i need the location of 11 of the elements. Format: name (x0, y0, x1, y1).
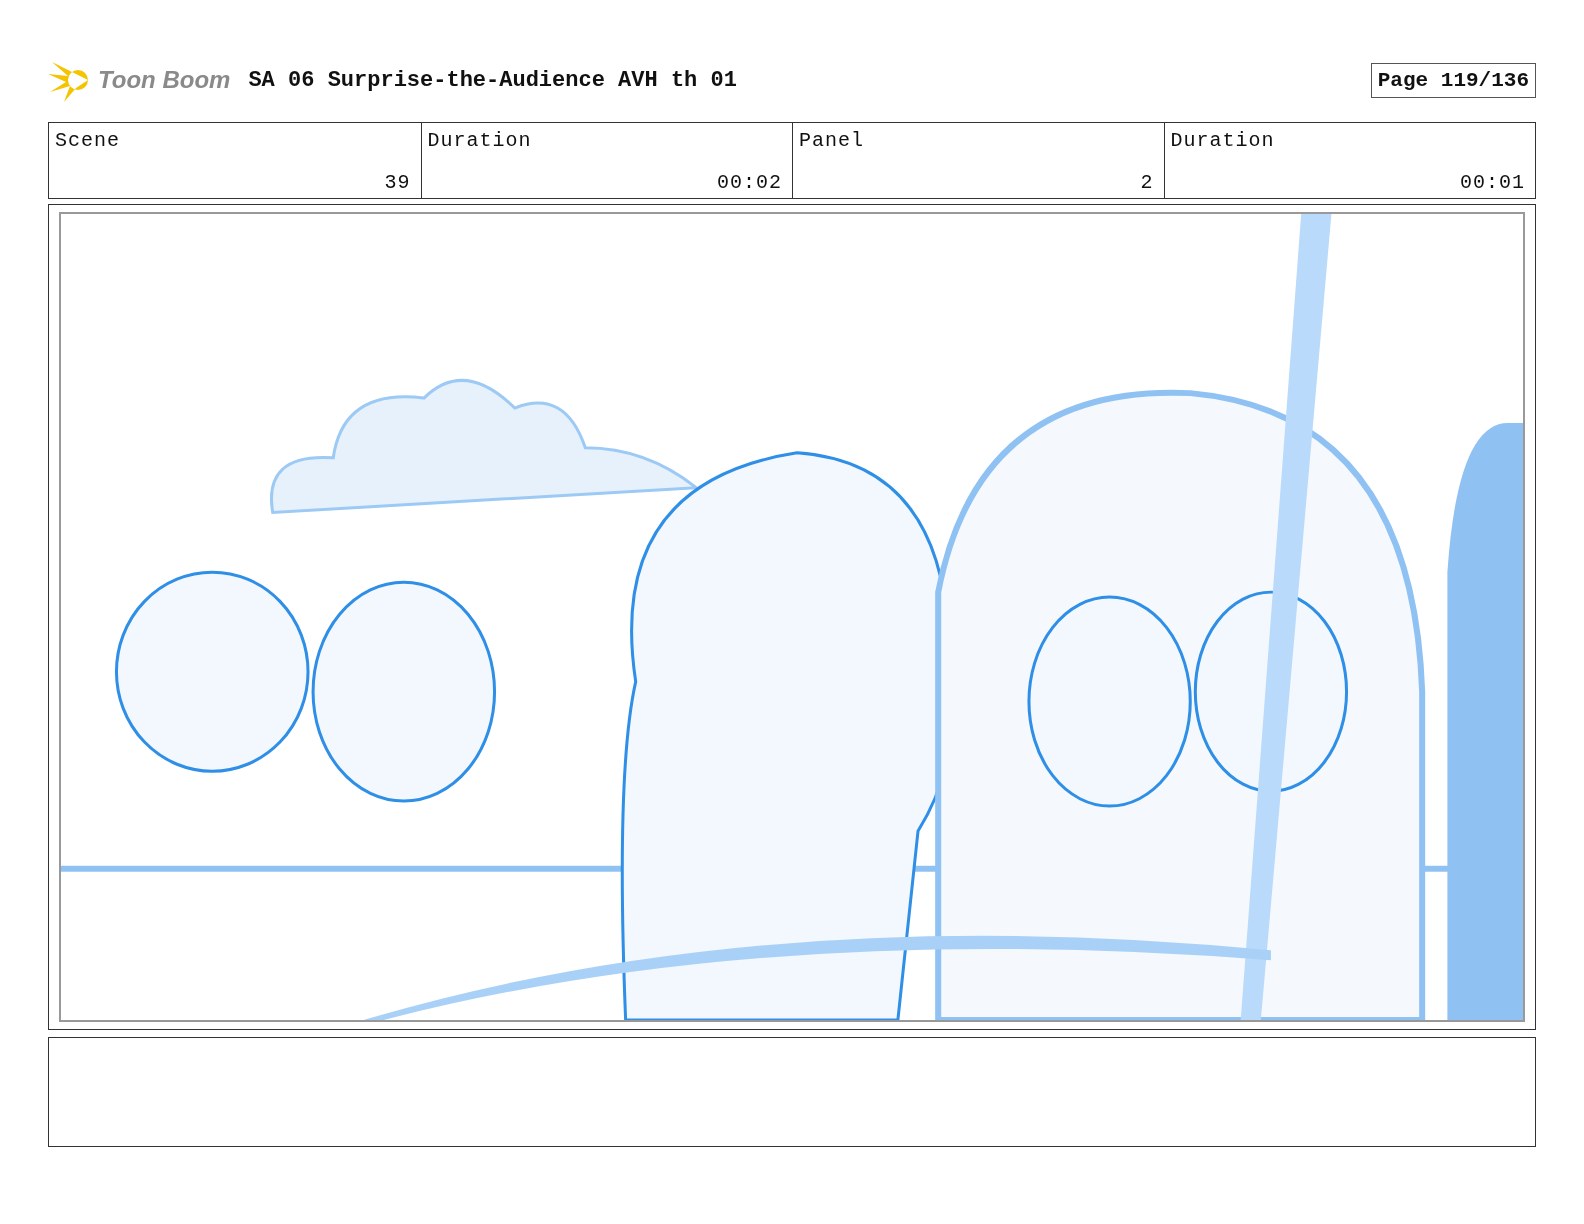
logo-text: Toon Boom (98, 66, 231, 94)
field-label: Scene (55, 129, 121, 152)
storyboard-title: SA 06 Surprise-the-Audience AVH th 01 (248, 67, 738, 93)
field-value: 00:02 (717, 171, 782, 194)
page-number: Page 119/136 (1370, 62, 1536, 98)
field-value: 2 (1140, 171, 1154, 194)
field-value: 39 (384, 171, 411, 194)
field-label: Duration (427, 129, 533, 152)
field-value: 00:01 (1460, 171, 1525, 194)
field-label: Duration (1170, 129, 1276, 152)
field-label: Panel (799, 129, 865, 152)
